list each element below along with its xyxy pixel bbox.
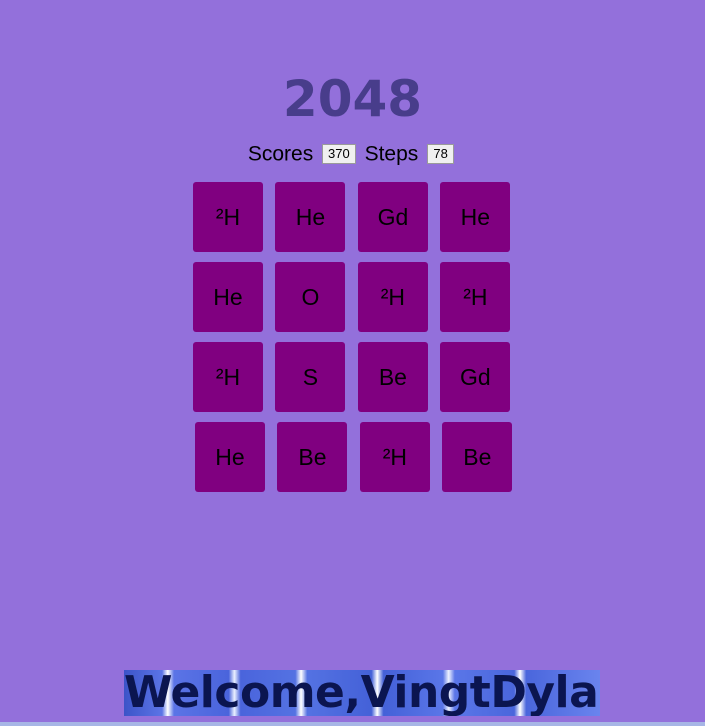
bottom-divider — [0, 722, 705, 726]
tile: Be — [277, 422, 348, 492]
tile: ²H — [440, 262, 511, 332]
tile: ²H — [357, 262, 428, 332]
tile: Gd — [357, 182, 428, 252]
game-board[interactable]: ²H He Gd He He O ²H ²H ²H S Be Gd He Be … — [193, 182, 513, 502]
game-title: 2048 — [282, 70, 423, 128]
steps-label: Steps — [364, 142, 419, 166]
scores-value: 370 — [322, 144, 356, 165]
tile: He — [195, 422, 265, 492]
welcome-text: Welcome,VingtDylan — [124, 670, 600, 716]
score-bar: Scores 370 Steps 78 — [0, 140, 705, 168]
tile: ²H — [359, 422, 430, 492]
tile: Be — [357, 342, 428, 412]
tile: He — [440, 182, 511, 252]
board-row: He O ²H ²H — [193, 262, 511, 332]
tile: He — [275, 182, 346, 252]
tile: Be — [442, 422, 513, 492]
tile: He — [193, 262, 263, 332]
tile: O — [275, 262, 346, 332]
tile: ²H — [193, 182, 263, 252]
board-row: ²H S Be Gd — [193, 342, 511, 412]
board-row: ²H He Gd He — [193, 182, 511, 252]
tile: Gd — [440, 342, 511, 412]
tile: ²H — [193, 342, 263, 412]
scores-label: Scores — [247, 142, 314, 166]
board-row: He Be ²H Be — [195, 422, 513, 492]
welcome-banner: Welcome,VingtDylan — [124, 670, 600, 716]
steps-value: 78 — [427, 144, 455, 165]
tile: S — [275, 342, 346, 412]
